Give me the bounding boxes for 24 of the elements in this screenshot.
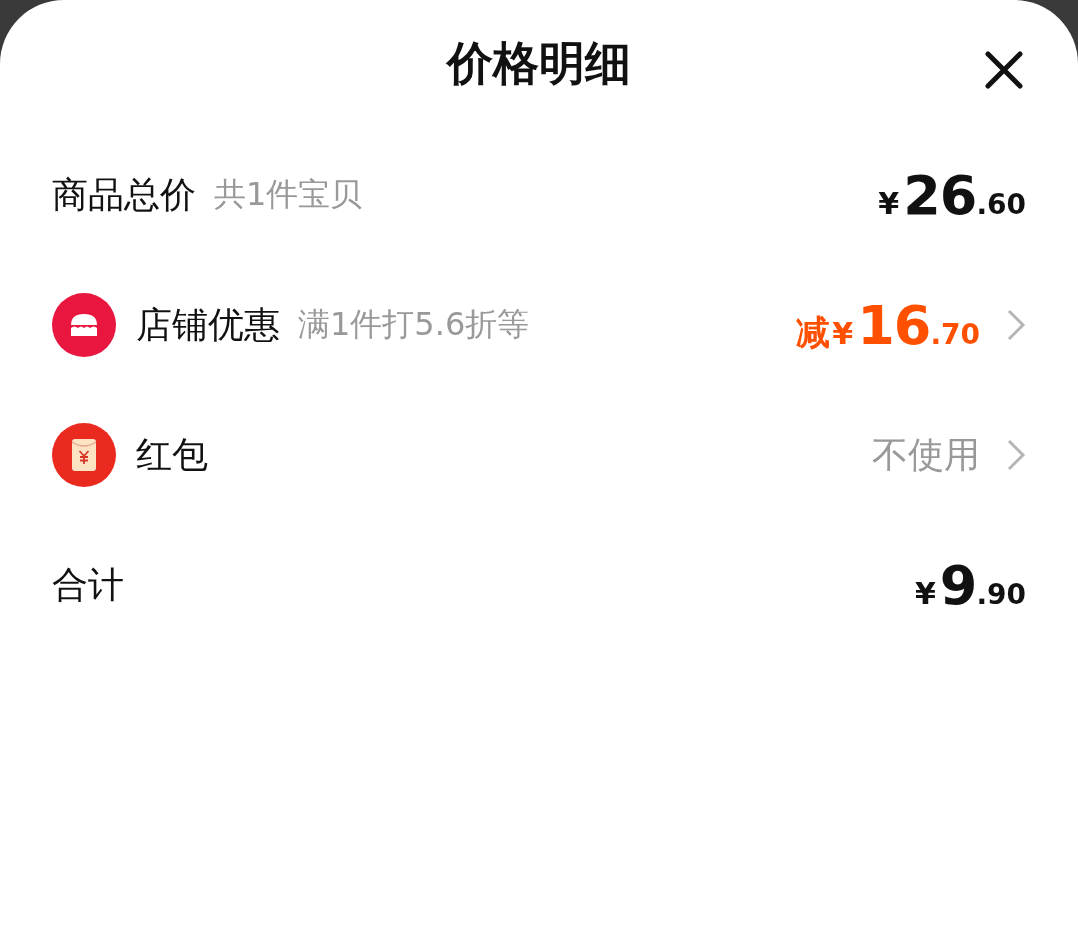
shop-icon bbox=[52, 293, 116, 357]
price-decimal: .70 bbox=[930, 317, 980, 351]
chevron-right-icon[interactable] bbox=[1006, 438, 1026, 472]
price-decimal: .60 bbox=[976, 187, 1026, 221]
sheet-title: 价格明细 bbox=[447, 35, 631, 92]
currency-sign: ¥ bbox=[832, 315, 854, 351]
row-label: 商品总价 bbox=[52, 172, 196, 217]
price-integer: 26 bbox=[903, 163, 977, 227]
row-label: 合计 bbox=[52, 562, 124, 607]
close-button[interactable] bbox=[982, 48, 1026, 92]
price-integer: 9 bbox=[939, 553, 977, 617]
price-integer: 16 bbox=[857, 293, 931, 357]
currency-sign: ¥ bbox=[914, 575, 936, 611]
envelope-icon bbox=[52, 423, 116, 487]
close-icon bbox=[982, 48, 1026, 92]
row-note: 共1件宝贝 bbox=[214, 174, 363, 215]
row-note: 满1件打5.6折等 bbox=[298, 304, 530, 345]
price-prefix: 减 bbox=[796, 310, 831, 354]
currency-sign: ¥ bbox=[878, 185, 900, 221]
chevron-right-icon[interactable] bbox=[1006, 308, 1026, 342]
option-value[interactable]: 不使用 bbox=[872, 430, 980, 480]
price-decimal: .90 bbox=[976, 577, 1026, 611]
row-label: 店铺优惠 bbox=[136, 302, 280, 347]
row-label: 红包 bbox=[136, 432, 208, 477]
